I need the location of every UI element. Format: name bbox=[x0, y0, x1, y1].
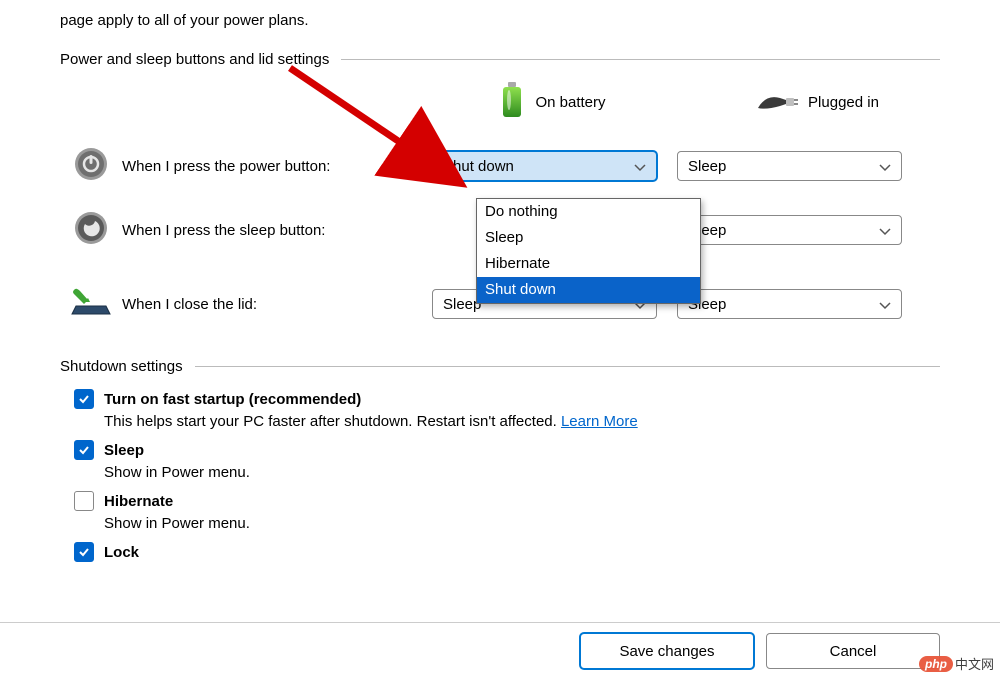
column-headers: On battery Plugged in bbox=[60, 82, 940, 122]
sleep-checkbox[interactable] bbox=[74, 440, 94, 460]
chevron-down-icon bbox=[879, 224, 891, 236]
combo-value: Sleep bbox=[688, 158, 726, 175]
hibernate-label: Hibernate bbox=[104, 493, 173, 510]
lid-plugged-combo[interactable]: Sleep bbox=[677, 289, 902, 319]
plug-icon bbox=[756, 88, 798, 116]
watermark-badge: php bbox=[919, 656, 953, 672]
dropdown-option[interactable]: Sleep bbox=[477, 225, 700, 251]
cancel-button[interactable]: Cancel bbox=[766, 633, 940, 669]
fast-startup-label: Turn on fast startup (recommended) bbox=[104, 391, 361, 408]
sleep-label: Sleep bbox=[104, 442, 144, 459]
intro-text: page apply to all of your power plans. bbox=[60, 12, 940, 29]
lock-item: Lock bbox=[74, 542, 940, 562]
laptop-lid-icon bbox=[70, 288, 112, 320]
col-on-battery: On battery bbox=[440, 82, 665, 122]
power-battery-dropdown[interactable]: Do nothing Sleep Hibernate Shut down bbox=[476, 198, 701, 304]
col-plugged-in: Plugged in bbox=[705, 88, 930, 116]
row-power-button: When I press the power button: Shut down… bbox=[60, 146, 940, 186]
footer-buttons: Save changes Cancel bbox=[0, 622, 1000, 679]
fast-startup-item: Turn on fast startup (recommended) This … bbox=[74, 389, 940, 430]
fast-startup-desc: This helps start your PC faster after sh… bbox=[104, 413, 940, 430]
lock-label: Lock bbox=[104, 544, 139, 561]
save-changes-button[interactable]: Save changes bbox=[580, 633, 754, 669]
sleep-plugged-combo[interactable]: Sleep bbox=[677, 215, 902, 245]
chevron-down-icon bbox=[634, 160, 646, 172]
sleep-button-icon bbox=[73, 210, 109, 250]
power-plugged-combo[interactable]: Sleep bbox=[677, 151, 902, 181]
power-button-icon bbox=[73, 146, 109, 186]
learn-more-link[interactable]: Learn More bbox=[561, 413, 638, 430]
row-lid-label: When I close the lid: bbox=[122, 296, 432, 313]
col-on-battery-label: On battery bbox=[535, 94, 605, 111]
sleep-desc: Show in Power menu. bbox=[104, 464, 940, 481]
watermark: php 中文网 bbox=[919, 654, 994, 673]
chevron-down-icon bbox=[879, 160, 891, 172]
hibernate-checkbox[interactable] bbox=[74, 491, 94, 511]
hibernate-desc: Show in Power menu. bbox=[104, 515, 940, 532]
fast-startup-checkbox[interactable] bbox=[74, 389, 94, 409]
lock-checkbox[interactable] bbox=[74, 542, 94, 562]
section-divider bbox=[341, 59, 940, 60]
section-divider bbox=[195, 366, 940, 367]
col-plugged-in-label: Plugged in bbox=[808, 94, 879, 111]
combo-value: Shut down bbox=[443, 158, 514, 175]
row-power-label: When I press the power button: bbox=[122, 158, 432, 175]
row-sleep-label: When I press the sleep button: bbox=[122, 222, 432, 239]
dropdown-option-selected[interactable]: Shut down bbox=[477, 277, 700, 303]
sleep-item: Sleep Show in Power menu. bbox=[74, 440, 940, 481]
hibernate-item: Hibernate Show in Power menu. bbox=[74, 491, 940, 532]
watermark-text: 中文网 bbox=[955, 654, 994, 673]
chevron-down-icon bbox=[879, 298, 891, 310]
section-shutdown-settings: Shutdown settings bbox=[60, 358, 940, 375]
dropdown-option[interactable]: Hibernate bbox=[477, 251, 700, 277]
dropdown-option[interactable]: Do nothing bbox=[477, 199, 700, 225]
battery-icon bbox=[499, 82, 525, 122]
section-power-sleep-lid: Power and sleep buttons and lid settings bbox=[60, 51, 940, 68]
power-battery-combo[interactable]: Shut down bbox=[432, 151, 657, 181]
section-title-label: Shutdown settings bbox=[60, 358, 183, 375]
section-title-label: Power and sleep buttons and lid settings bbox=[60, 51, 329, 68]
